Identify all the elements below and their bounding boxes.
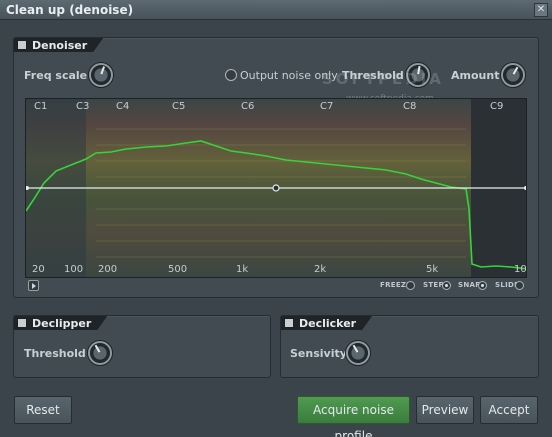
declicker-sensivity-label: Sensivity <box>290 347 347 360</box>
note-label: C1 <box>34 101 48 112</box>
freq-label: 200 <box>98 264 118 275</box>
denoiser-enable-checkbox[interactable] <box>17 40 27 50</box>
declipper-enable-checkbox[interactable] <box>17 318 27 328</box>
declipper-threshold-knob[interactable] <box>87 340 113 366</box>
watermark: SOFTPEDIA <box>322 70 444 88</box>
declipper-threshold-label: Threshold <box>24 347 86 360</box>
note-label: C4 <box>116 101 130 112</box>
amount-knob[interactable] <box>500 62 526 88</box>
slide-radio[interactable] <box>515 281 524 290</box>
reset-button[interactable]: Reset <box>14 396 72 424</box>
freeze-radio[interactable] <box>406 281 415 290</box>
note-label: C7 <box>320 101 334 112</box>
preview-button[interactable]: Preview <box>416 396 474 424</box>
note-label: C6 <box>241 101 255 112</box>
declicker-tag[interactable]: Declicker <box>281 316 372 330</box>
close-icon[interactable]: ✕ <box>534 3 548 17</box>
snap-radio[interactable] <box>478 281 487 290</box>
declicker-sensivity-knob[interactable] <box>345 340 371 366</box>
noise-profile-graph[interactable]: C1 C3 C4 C5 C6 C7 C8 C9 20 100 200 500 1… <box>25 98 527 278</box>
spectrum-svg <box>26 99 526 277</box>
amount-label: Amount <box>451 69 500 82</box>
freq-label: 100 <box>64 264 84 275</box>
freq-label: 10 <box>514 264 527 275</box>
title-bar: Clean up (denoise) ✕ <box>0 0 552 20</box>
declicker-label: Declicker <box>299 317 357 330</box>
declipper-tag[interactable]: Declipper <box>14 316 107 330</box>
graph-options-strip: FREEZE STEP SNAP SLIDE <box>25 279 527 293</box>
step-label: STEP <box>423 281 444 289</box>
freq-label: 5k <box>426 264 439 275</box>
play-icon[interactable] <box>28 280 39 291</box>
accept-button[interactable]: Accept <box>480 396 538 424</box>
freq-label: 500 <box>168 264 188 275</box>
freq-label: 1k <box>236 264 249 275</box>
declicker-enable-checkbox[interactable] <box>284 318 294 328</box>
denoiser-label: Denoiser <box>32 39 88 52</box>
threshold-line-center-handle <box>272 184 280 192</box>
freq-label: 2k <box>314 264 327 275</box>
note-label: C9 <box>490 101 504 112</box>
output-noise-only-radio[interactable] <box>225 69 237 81</box>
window-title: Clean up (denoise) <box>6 3 134 17</box>
note-label: C5 <box>172 101 186 112</box>
declipper-label: Declipper <box>32 317 92 330</box>
freq-scale-label: Freq scale <box>24 69 88 82</box>
acquire-noise-profile-button[interactable]: Acquire noise profile <box>297 396 410 437</box>
step-radio[interactable] <box>442 281 451 290</box>
denoiser-tag[interactable]: Denoiser <box>14 38 103 52</box>
freq-label: 20 <box>32 264 45 275</box>
note-label: C3 <box>76 101 90 112</box>
freq-scale-knob[interactable] <box>88 62 114 88</box>
note-label: C8 <box>403 101 417 112</box>
threshold-line-right-handle <box>524 186 526 190</box>
